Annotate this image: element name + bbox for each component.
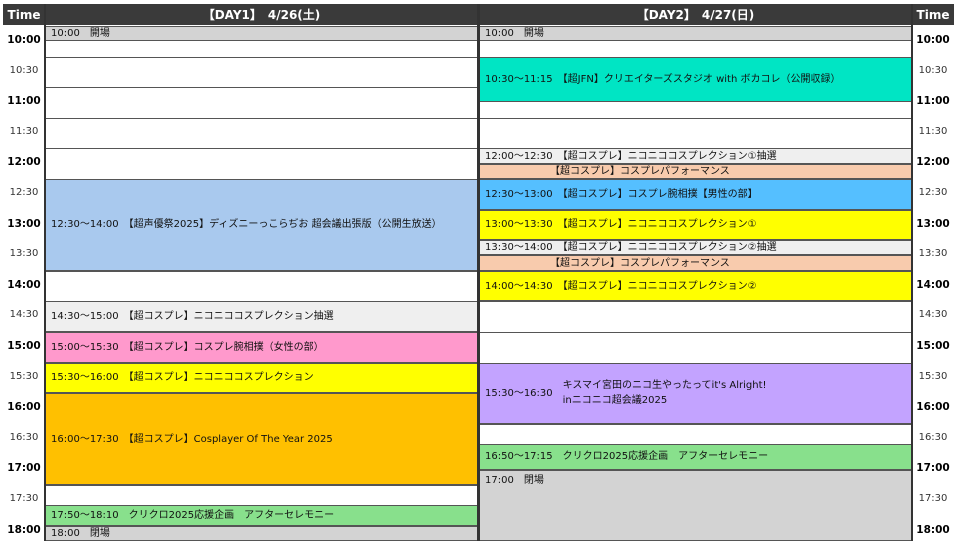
schedule-event[interactable]: 17:50～18:10 クリクロ2025応援企画 アフターセレモニー — [45, 505, 478, 526]
schedule-event[interactable]: 15:30～16:00 【超コスプレ】ニコニココスプレクション — [45, 362, 478, 394]
day2-header: 【DAY2】 4/27(日) — [479, 4, 912, 25]
time-label: 16:00 — [916, 401, 950, 414]
time-label: 10:30 — [9, 64, 39, 76]
event-text: 10:00 開場 — [51, 28, 110, 40]
time-header-right: Time — [912, 4, 954, 25]
event-title-line2: inニコニコ超会議2025 — [562, 395, 668, 407]
time-label: 16:30 — [9, 431, 39, 443]
grid-line — [479, 331, 912, 333]
time-label: 16:30 — [918, 431, 948, 443]
time-label: 10:00 — [7, 34, 41, 46]
event-text: 16:50～17:15 クリクロ2025応援企画 アフターセレモニー — [485, 451, 769, 463]
time-label: 13:30 — [918, 248, 948, 260]
event-text: 15:00～15:30 【超コスプレ】コスプレ腕相撲（女性の部） — [51, 341, 324, 353]
time-label: 14:00 — [916, 278, 950, 291]
event-title: キスマイ宮田のニコ生やったってit's Alright! inニコニコ超会議202… — [563, 378, 767, 408]
event-text: 10:30～11:15 【超JFN】クリエイターズスタジオ with ボカコレ（… — [485, 74, 841, 86]
time-label: 12:00 — [7, 156, 41, 169]
grid-line — [45, 117, 478, 119]
time-label: 11:00 — [7, 95, 41, 108]
schedule-event[interactable]: 14:00～14:30 【超コスプレ】ニコニココスプレクション② — [479, 270, 912, 302]
time-header-left: Time — [3, 4, 45, 25]
time-label: 17:00 — [916, 462, 950, 475]
time-label: 16:00 — [7, 401, 41, 414]
schedule-event[interactable]: 12:30～14:00 【超声優祭2025】ディズニーっこらぢお 超会議出張版（… — [45, 178, 478, 271]
time-label: 13:00 — [7, 217, 41, 230]
schedule-event[interactable]: 15:30～16:30 キスマイ宮田のニコ生やったってit's Alright! i… — [479, 362, 912, 424]
event-title-line1: キスマイ宮田のニコ生やったってit's Alright! — [562, 380, 767, 392]
schedule-grid: Time 【DAY1】 4/26(土) 【DAY2】 4/27(日) Time 10:0… — [0, 0, 956, 544]
time-label: 12:00 — [916, 156, 950, 169]
grid-line — [479, 301, 912, 303]
event-text: 【超コスプレ】コスプレパフォーマンス — [485, 257, 730, 269]
time-label: 12:30 — [9, 186, 39, 198]
schedule-event[interactable]: 10:30～11:15 【超JFN】クリエイターズスタジオ with ボカコレ（… — [479, 56, 912, 103]
time-label: 13:00 — [916, 217, 950, 230]
schedule-event[interactable]: 12:30～13:00 【超コスプレ】コスプレ腕相撲【男性の部】 — [479, 178, 912, 210]
event-text: 17:50～18:10 クリクロ2025応援企画 アフターセレモニー — [51, 509, 335, 521]
schedule-event[interactable]: 10:00 開場 — [479, 26, 912, 42]
column-divider — [44, 4, 46, 541]
time-label: 15:00 — [916, 339, 950, 352]
grid-line — [45, 148, 478, 150]
event-text: 12:00～12:30 【超コスプレ】ニコニココスプレクション①抽選 — [485, 150, 777, 162]
schedule-event[interactable]: 16:50～17:15 クリクロ2025応援企画 アフターセレモニー — [479, 444, 912, 470]
event-text: 14:00～14:30 【超コスプレ】ニコニココスプレクション② — [485, 280, 757, 292]
time-label: 18:00 — [916, 523, 950, 536]
time-label: 15:30 — [918, 370, 948, 382]
time-label: 14:30 — [918, 309, 948, 321]
event-text: 13:00～13:30 【超コスプレ】ニコニココスプレクション① — [485, 219, 757, 231]
time-label: 15:00 — [7, 339, 41, 352]
schedule-event[interactable]: 【超コスプレ】コスプレパフォーマンス — [479, 255, 912, 271]
event-text: 14:30～15:00 【超コスプレ】ニコニココスプレクション抽選 — [51, 311, 334, 323]
column-divider — [478, 4, 480, 541]
schedule-event[interactable]: 18:00 閉場 — [45, 525, 478, 541]
schedule-event[interactable]: 13:30～14:00 【超コスプレ】ニコニココスプレクション②抽選 — [479, 240, 912, 256]
day1-header: 【DAY1】 4/26(土) — [45, 4, 478, 25]
time-label: 17:30 — [918, 492, 948, 504]
event-time: 15:30～16:30 — [485, 387, 553, 399]
schedule-event[interactable]: 12:00～12:30 【超コスプレ】ニコニココスプレクション①抽選 — [479, 148, 912, 164]
time-label: 17:30 — [9, 492, 39, 504]
event-text: 15:30～16:00 【超コスプレ】ニコニココスプレクション — [51, 372, 314, 384]
grid-line — [479, 117, 912, 119]
event-text: 17:00 閉場 — [485, 474, 544, 486]
event-text: 16:00～17:30 【超コスプレ】Cosplayer Of The Year… — [51, 433, 333, 445]
time-label: 13:30 — [9, 248, 39, 260]
time-label: 10:30 — [918, 64, 948, 76]
time-label: 12:30 — [918, 186, 948, 198]
schedule-event[interactable]: 【超コスプレ】コスプレパフォーマンス — [479, 163, 912, 179]
grid-line — [45, 87, 478, 89]
grid-line — [479, 423, 912, 425]
time-label: 11:00 — [916, 95, 950, 108]
event-text: 13:30～14:00 【超コスプレ】ニコニココスプレクション②抽選 — [485, 242, 777, 254]
schedule-event[interactable]: 16:00～17:30 【超コスプレ】Cosplayer Of The Year… — [45, 393, 478, 485]
schedule-event[interactable]: 15:00～15:30 【超コスプレ】コスプレ腕相撲（女性の部） — [45, 331, 478, 363]
grid-line — [45, 270, 478, 272]
time-label: 10:00 — [916, 34, 950, 46]
schedule-event[interactable]: 10:00 開場 — [45, 26, 478, 42]
time-label: 11:30 — [9, 125, 39, 137]
schedule-event[interactable]: 13:00～13:30 【超コスプレ】ニコニココスプレクション① — [479, 209, 912, 241]
column-divider — [911, 4, 913, 541]
time-label: 11:30 — [918, 125, 948, 137]
event-text: 12:30～13:00 【超コスプレ】コスプレ腕相撲【男性の部】 — [485, 188, 758, 200]
event-text: 10:00 開場 — [485, 28, 544, 40]
grid-line — [45, 56, 478, 58]
schedule-event[interactable]: 14:30～15:00 【超コスプレ】ニコニココスプレクション抽選 — [45, 301, 478, 332]
grid-line — [45, 484, 478, 486]
time-label: 17:00 — [7, 462, 41, 475]
event-text: 【超コスプレ】コスプレパフォーマンス — [485, 165, 730, 177]
time-label: 14:30 — [9, 309, 39, 321]
time-label: 14:00 — [7, 278, 41, 291]
event-text: 12:30～14:00 【超声優祭2025】ディズニーっこらぢお 超会議出張版（… — [51, 219, 442, 231]
schedule-event[interactable]: 17:00 閉場 — [479, 469, 912, 541]
time-label: 15:30 — [9, 370, 39, 382]
event-text: 18:00 閉場 — [51, 527, 110, 539]
time-label: 18:00 — [7, 523, 41, 536]
